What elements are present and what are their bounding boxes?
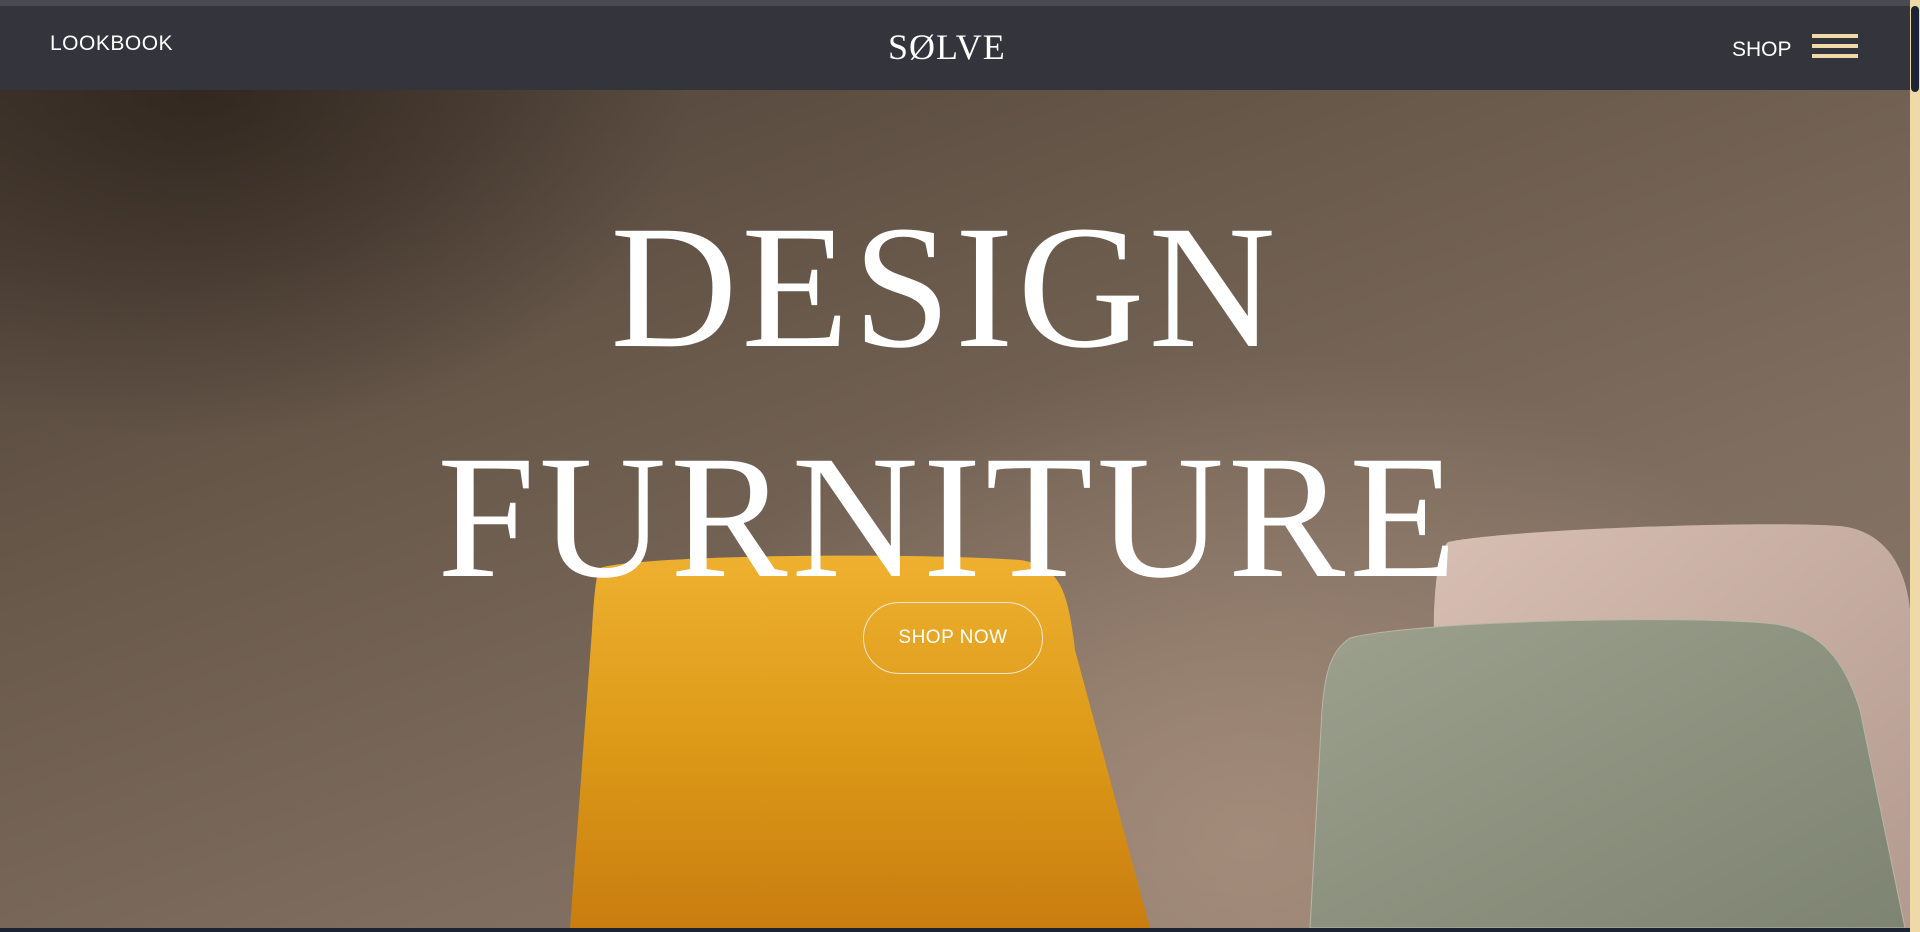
- page: LOOKBOOK SØLVE SHOP DESIGN FURNITURE SHO…: [0, 0, 1920, 932]
- shop-link[interactable]: SHOP: [1732, 38, 1792, 62]
- site-header: LOOKBOOK SØLVE SHOP: [0, 6, 1910, 90]
- lookbook-link[interactable]: LOOKBOOK: [50, 32, 173, 56]
- hero-section: DESIGN FURNITURE: [0, 90, 1910, 928]
- hero-headline-line2: FURNITURE: [437, 420, 1461, 615]
- shop-now-button[interactable]: SHOP NOW: [863, 602, 1043, 674]
- hero-headline-line1: DESIGN: [610, 190, 1280, 385]
- menu-bar: [1812, 34, 1858, 38]
- scrollbar-track[interactable]: [1910, 0, 1920, 932]
- hamburger-menu-icon[interactable]: [1812, 34, 1858, 60]
- scrollbar-thumb[interactable]: [1911, 6, 1919, 92]
- green-chair-shape: [1309, 619, 1906, 928]
- menu-bar: [1812, 54, 1858, 58]
- bottom-border: [0, 928, 1920, 932]
- menu-bar: [1812, 44, 1858, 48]
- brand-logo[interactable]: SØLVE: [888, 26, 1006, 68]
